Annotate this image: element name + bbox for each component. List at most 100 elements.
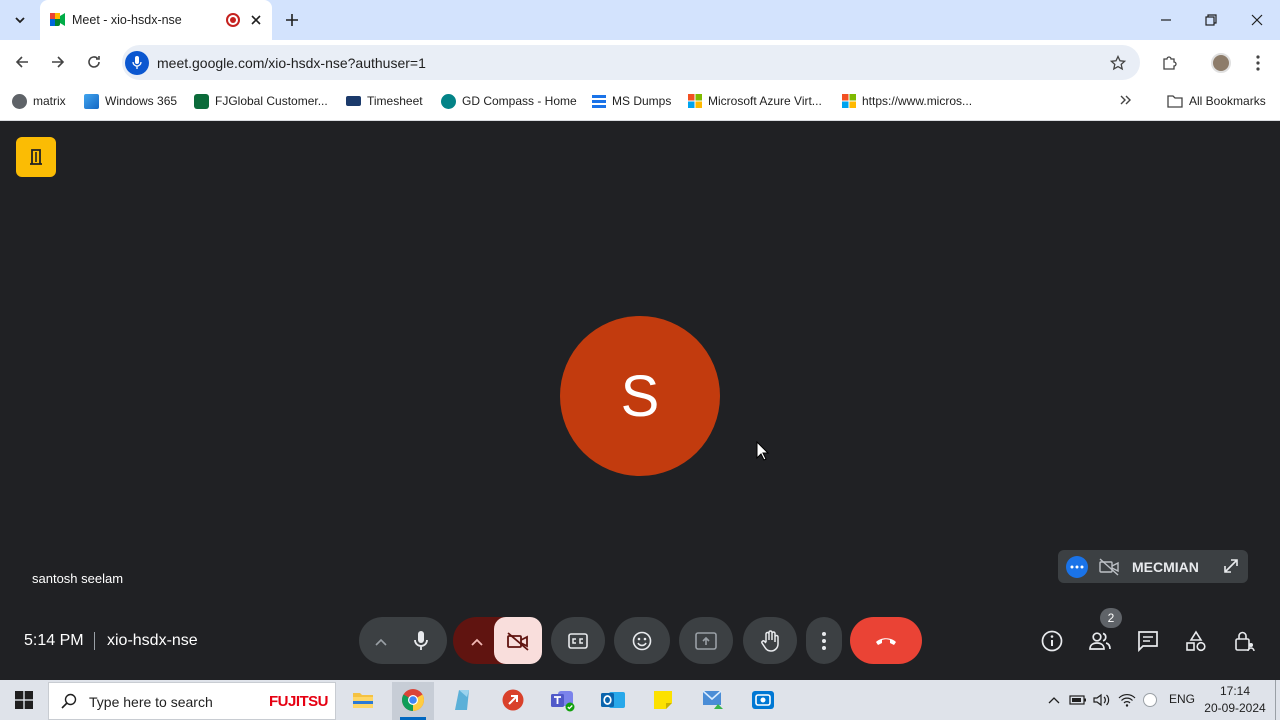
more-horizontal-icon xyxy=(1070,565,1084,569)
bookmark-matrix[interactable]: matrix xyxy=(12,92,66,110)
expand-icon xyxy=(1224,559,1238,573)
more-bookmarks-button[interactable] xyxy=(1116,91,1136,109)
file-explorer-icon[interactable] xyxy=(349,686,377,714)
start-button[interactable] xyxy=(10,686,38,714)
more-options-button[interactable] xyxy=(806,617,842,664)
tab-search-button[interactable] xyxy=(8,8,32,32)
bookmark-windows-365[interactable]: Windows 365 xyxy=(84,92,177,110)
bookmark-label: matrix xyxy=(33,94,66,108)
mic-permission-icon[interactable] xyxy=(125,51,149,75)
volume-icon[interactable] xyxy=(1088,686,1116,714)
sharepoint-icon xyxy=(441,93,456,109)
microsoft-logo-icon xyxy=(688,94,702,108)
bookmark-star-button[interactable] xyxy=(1107,52,1129,74)
kebab-menu-icon xyxy=(822,631,826,650)
meeting-code: xio-hsdx-nse xyxy=(107,632,198,649)
recording-indicator-icon xyxy=(226,13,240,27)
present-screen-button[interactable] xyxy=(679,617,733,664)
search-placeholder: Type here to search xyxy=(89,694,213,710)
bookmark-label: GD Compass - Home xyxy=(462,94,577,108)
bookmark-gd-compass[interactable]: GD Compass - Home xyxy=(441,92,577,110)
input-language[interactable]: ENG xyxy=(1169,692,1195,706)
screen-capture-icon[interactable] xyxy=(749,686,777,714)
show-desktop-button[interactable] xyxy=(1275,680,1276,720)
tab-title: Meet - xio-hsdx-nse xyxy=(72,13,182,27)
sticky-notes-icon[interactable] xyxy=(649,686,677,714)
fjglobal-icon xyxy=(194,93,209,109)
chevron-down-icon xyxy=(15,17,25,24)
bookmark-timesheet[interactable]: Timesheet xyxy=(346,92,423,110)
profile-avatar[interactable] xyxy=(1211,53,1231,73)
tab-strip: Meet - xio-hsdx-nse xyxy=(0,0,1280,40)
activities-button[interactable] xyxy=(1179,624,1213,658)
chevron-up-icon xyxy=(470,634,484,652)
outlook-icon[interactable] xyxy=(599,686,627,714)
captions-icon xyxy=(568,632,588,649)
microphone-icon xyxy=(414,630,428,650)
reload-icon xyxy=(88,56,100,68)
back-button[interactable] xyxy=(10,50,34,74)
participant-name: santosh seelam xyxy=(32,571,124,586)
url-text[interactable]: meet.google.com/xio-hsdx-nse?authuser=1 xyxy=(157,55,426,71)
bookmark-microsoft-azure[interactable]: Microsoft Azure Virt... xyxy=(688,92,822,110)
taskbar-search-box[interactable]: Type here to search FUJITSU xyxy=(48,682,336,720)
people-button[interactable] xyxy=(1083,624,1117,658)
all-bookmarks-button[interactable]: All Bookmarks xyxy=(1167,92,1266,110)
tab-meet[interactable]: Meet - xio-hsdx-nse xyxy=(40,0,272,40)
close-window-button[interactable] xyxy=(1245,8,1269,32)
chrome-icon xyxy=(399,686,427,714)
avatar-initial: S xyxy=(620,363,660,429)
restore-icon xyxy=(1205,14,1217,26)
tile-name: MECMIAN xyxy=(1132,559,1199,575)
companion-mode-button[interactable] xyxy=(16,137,56,177)
tray-app-icon[interactable] xyxy=(1136,686,1164,714)
all-bookmarks-label: All Bookmarks xyxy=(1189,94,1266,108)
sap-icon xyxy=(346,96,361,106)
video-off-icon xyxy=(507,631,529,651)
meeting-details-button[interactable] xyxy=(1035,624,1069,658)
meet-favicon xyxy=(50,13,65,26)
tab-close-icon[interactable] xyxy=(248,12,264,28)
bookmark-label: MS Dumps xyxy=(612,94,672,108)
browser-menu-button[interactable] xyxy=(1248,52,1268,74)
globe-icon xyxy=(12,93,27,109)
tile-more-options-button[interactable] xyxy=(1066,556,1088,578)
taskbar-app-icon[interactable] xyxy=(449,686,477,714)
search-icon xyxy=(61,693,77,709)
minimize-icon xyxy=(1161,19,1171,21)
raise-hand-button[interactable] xyxy=(743,617,797,664)
mouse-cursor-icon xyxy=(756,440,770,466)
bookmark-fjglobal[interactable]: FJGlobal Customer... xyxy=(194,92,328,110)
list-icon xyxy=(592,94,606,108)
remote-desktop-icon[interactable] xyxy=(499,686,527,714)
present-icon xyxy=(695,631,717,650)
forward-button[interactable] xyxy=(46,50,70,74)
microphone-button[interactable] xyxy=(397,617,445,664)
divider xyxy=(94,632,95,650)
bookmark-label: https://www.micros... xyxy=(862,94,973,108)
extensions-button[interactable] xyxy=(1158,52,1180,74)
camera-toggle-button[interactable] xyxy=(494,617,542,664)
captions-button[interactable] xyxy=(551,617,605,664)
minimize-button[interactable] xyxy=(1154,8,1178,32)
bookmark-microsoft-link[interactable]: https://www.micros... xyxy=(842,92,972,110)
bookmark-label: Microsoft Azure Virt... xyxy=(708,94,822,108)
teams-icon[interactable] xyxy=(549,686,577,714)
host-controls-button[interactable] xyxy=(1227,624,1261,658)
chat-button[interactable] xyxy=(1131,624,1165,658)
new-tab-button[interactable] xyxy=(282,10,302,30)
bookmark-ms-dumps[interactable]: MS Dumps xyxy=(592,92,671,110)
star-icon xyxy=(1110,55,1126,71)
reactions-button[interactable] xyxy=(614,617,670,664)
bookmark-label: Windows 365 xyxy=(105,94,178,108)
reload-button[interactable] xyxy=(82,50,106,74)
leave-call-button[interactable] xyxy=(850,617,922,664)
people-icon xyxy=(1089,632,1111,650)
bookmark-label: Timesheet xyxy=(367,94,423,108)
taskbar-clock[interactable]: 17:14 20-09-2024 xyxy=(1200,683,1270,719)
door-icon xyxy=(30,149,42,165)
expand-tile-button[interactable] xyxy=(1222,557,1242,577)
restore-button[interactable] xyxy=(1199,8,1223,32)
participant-avatar: S xyxy=(560,316,720,476)
taskbar-app-icon[interactable] xyxy=(699,686,727,714)
